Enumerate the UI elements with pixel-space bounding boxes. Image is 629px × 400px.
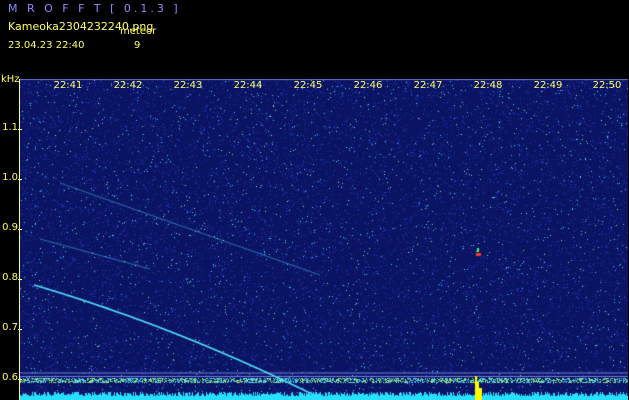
y-tick-label: 0.9 xyxy=(2,222,18,233)
x-tick-label: 22:47 xyxy=(413,80,443,91)
spectrogram-canvas xyxy=(20,79,628,400)
x-tick-label: 22:50 xyxy=(592,80,622,91)
y-tick-label: 0.6 xyxy=(2,372,18,383)
spectrogram-plot xyxy=(20,79,628,400)
y-tick-label: 1.0 xyxy=(2,172,18,183)
meteor-count: 9 xyxy=(134,40,141,51)
y-tick-label: 0.8 xyxy=(2,272,18,283)
x-tick-label: 22:49 xyxy=(533,80,563,91)
app-title: M R O F F T [ 0.1.3 ] xyxy=(8,2,181,15)
x-tick-label: 22:44 xyxy=(233,80,263,91)
y-axis-line xyxy=(19,79,20,400)
y-tick-label: 1.1 xyxy=(2,122,18,133)
x-tick-label: 22:42 xyxy=(113,80,143,91)
timestamp: 23.04.23 22:40 xyxy=(8,40,85,51)
x-tick-label: 22:41 xyxy=(53,80,83,91)
meteor-label: meteor xyxy=(120,26,157,37)
y-tick-label: 0.7 xyxy=(2,322,18,333)
y-axis-unit: kHz xyxy=(1,74,20,85)
x-tick-label: 22:48 xyxy=(473,80,503,91)
x-tick-label: 22:45 xyxy=(293,80,323,91)
x-tick-label: 22:46 xyxy=(353,80,383,91)
x-tick-label: 22:43 xyxy=(173,80,203,91)
